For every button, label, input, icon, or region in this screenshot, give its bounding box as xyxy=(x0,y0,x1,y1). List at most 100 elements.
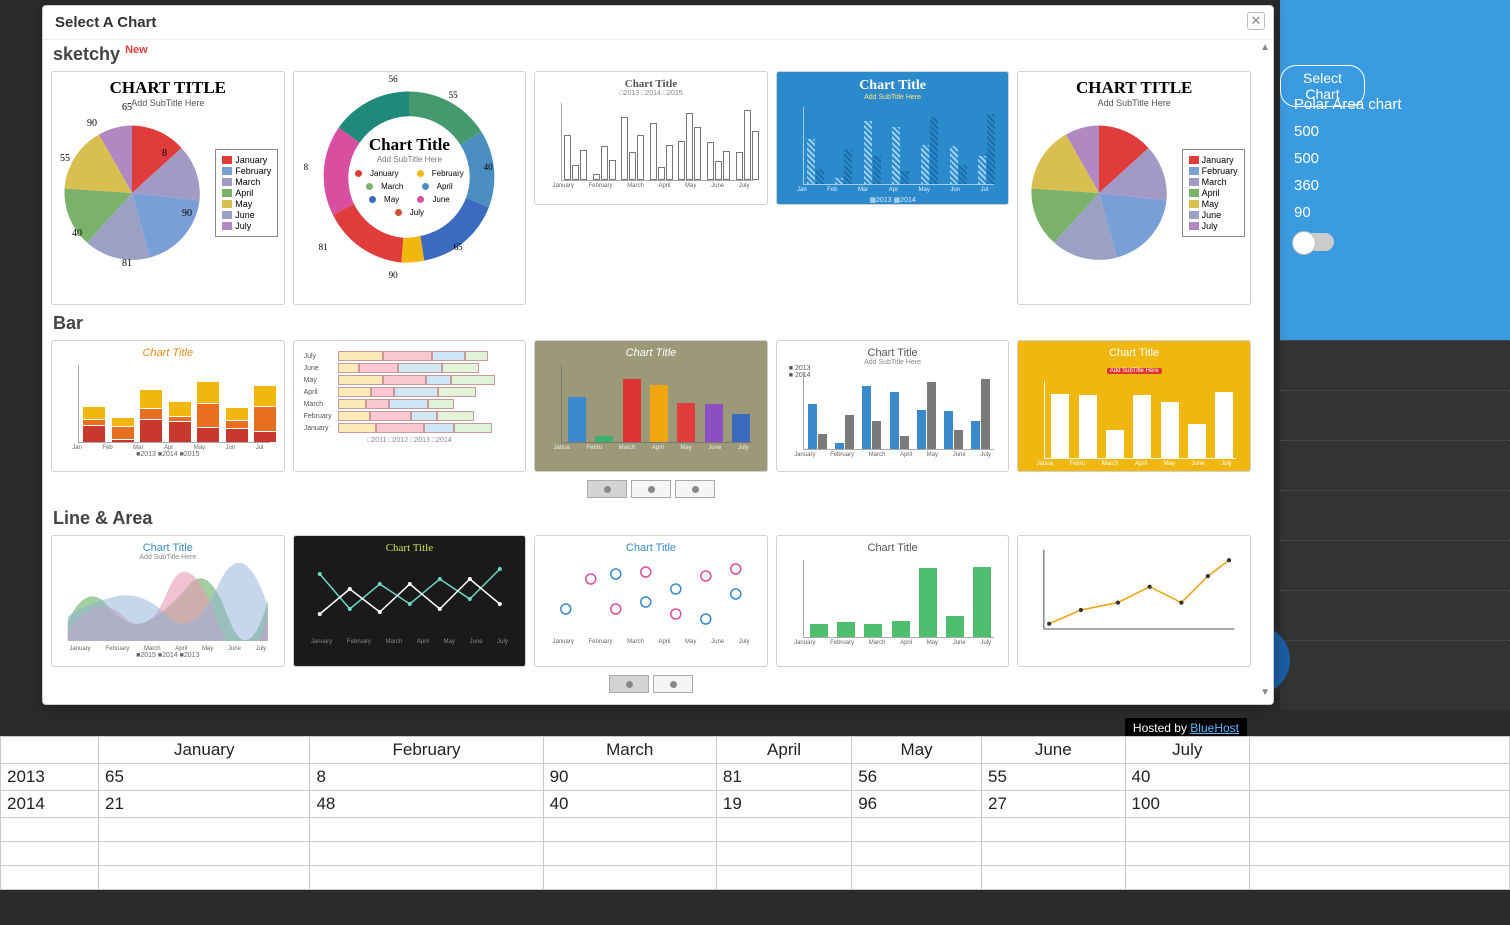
thumb-sketchy-pie-2[interactable]: CHART TITLE Add SubTitle Here xyxy=(1017,71,1251,305)
legend-years: □2013 □2014 □2015 xyxy=(545,90,757,97)
data-cell[interactable]: 8 xyxy=(310,764,543,791)
thumb-line-trend[interactable] xyxy=(1017,535,1251,667)
bar-pager xyxy=(51,480,1251,498)
data-cell[interactable] xyxy=(543,818,716,842)
pager-dot-2[interactable] xyxy=(631,480,671,498)
data-cell[interactable]: 40 xyxy=(543,791,716,818)
data-cell[interactable] xyxy=(1,842,99,866)
data-cell[interactable]: 100 xyxy=(1125,791,1249,818)
new-badge: New xyxy=(125,44,148,56)
thumb-sketchy-pie[interactable]: CHART TITLE Add SubTitle Here xyxy=(51,71,285,305)
table-row[interactable] xyxy=(1,866,1510,890)
data-cell[interactable] xyxy=(310,866,543,890)
data-cell[interactable] xyxy=(716,818,851,842)
data-cell[interactable] xyxy=(982,842,1126,866)
col-header[interactable]: January xyxy=(99,737,310,764)
data-cell[interactable] xyxy=(99,818,310,842)
legend-years: □2011 □2012 □2013 □2014 xyxy=(304,437,516,444)
data-cell[interactable]: 65 xyxy=(99,764,310,791)
thumb-bar-blue-gray[interactable]: Chart Title Add SubTitle Here ■ 2013 ■ 2… xyxy=(776,340,1010,472)
table-row[interactable]: 2014214840199627100 xyxy=(1,791,1510,818)
data-cell[interactable]: 19 xyxy=(716,791,851,818)
setting-toggle[interactable] xyxy=(1294,233,1334,251)
data-cell[interactable]: 48 xyxy=(310,791,543,818)
data-cell[interactable]: 56 xyxy=(852,764,982,791)
row-label[interactable]: 2014 xyxy=(1,791,99,818)
data-cell[interactable] xyxy=(982,818,1126,842)
table-row[interactable] xyxy=(1,818,1510,842)
col-header[interactable]: April xyxy=(716,737,851,764)
right-settings-panel: Select Chart Polar Area chart 500 500 36… xyxy=(1280,0,1510,340)
data-cell[interactable] xyxy=(1125,866,1249,890)
data-cell[interactable]: 96 xyxy=(852,791,982,818)
data-cell[interactable] xyxy=(1,866,99,890)
data-cell[interactable] xyxy=(852,842,982,866)
col-header[interactable]: February xyxy=(310,737,543,764)
col-header[interactable]: May xyxy=(852,737,982,764)
select-chart-button[interactable]: Select Chart xyxy=(1280,65,1365,107)
data-cell[interactable]: 27 xyxy=(982,791,1126,818)
scroll-up-icon[interactable]: ▲ xyxy=(1260,42,1270,53)
col-header[interactable]: July xyxy=(1125,737,1249,764)
col-header[interactable]: March xyxy=(543,737,716,764)
data-cell[interactable] xyxy=(716,842,851,866)
pager-dot-3[interactable] xyxy=(675,480,715,498)
thumb-bar-colored[interactable]: Chart Title JanuaFebruMarchAprilMayJuneJ… xyxy=(534,340,768,472)
data-cell[interactable] xyxy=(852,866,982,890)
thumb-sketchy-bar-blue[interactable]: Chart Title Add SubTitle Here JanFebMarA… xyxy=(776,71,1010,205)
thumb-bar-horizontal-stack[interactable]: JulyJuneMayAprilMarchFebruaryJanuary □20… xyxy=(293,340,527,472)
scroll-down-icon[interactable]: ▼ xyxy=(1260,687,1270,698)
data-cell[interactable] xyxy=(1125,842,1249,866)
row-label[interactable]: 2013 xyxy=(1,764,99,791)
data-cell[interactable] xyxy=(99,842,310,866)
data-cell[interactable] xyxy=(1,818,99,842)
data-cell[interactable] xyxy=(543,866,716,890)
chart-subtitle: Add SubTitle Here xyxy=(52,98,284,108)
data-cell[interactable] xyxy=(852,818,982,842)
section-title-bar: Bar xyxy=(53,313,1251,334)
chart-title: Chart Title xyxy=(787,347,999,359)
data-cell[interactable]: 40 xyxy=(1125,764,1249,791)
data-cell[interactable] xyxy=(99,866,310,890)
data-cell[interactable] xyxy=(310,842,543,866)
table-row[interactable] xyxy=(1,842,1510,866)
data-cell[interactable]: 21 xyxy=(99,791,310,818)
data-cell[interactable]: 55 xyxy=(982,764,1126,791)
thumb-area-pastel[interactable]: Chart Title Add SubTitle Here JanuaryFeb… xyxy=(51,535,285,667)
close-icon[interactable]: ✕ xyxy=(1247,12,1265,30)
data-grid[interactable]: January February March April May June Ju… xyxy=(0,736,1510,890)
section-title-sketchy: sketchy New xyxy=(53,44,1251,65)
right-dark-section xyxy=(1280,340,1510,710)
data-cell[interactable] xyxy=(1250,818,1510,842)
data-cell[interactable] xyxy=(543,842,716,866)
data-cell[interactable] xyxy=(310,818,543,842)
thumb-sketchy-donut[interactable]: Chart Title Add SubTitle Here January Fe… xyxy=(293,71,527,305)
modal-scroll-area[interactable]: sketchy New CHART TITLE Add SubTitle Her… xyxy=(43,40,1259,700)
chart-title: CHART TITLE xyxy=(1018,72,1250,98)
col-header[interactable]: June xyxy=(982,737,1126,764)
thumb-bar-stacked-warm[interactable]: Chart Title JanFebMarAprMayJunJul ■2013 … xyxy=(51,340,285,472)
thumb-scatter-circles[interactable]: Chart Title JanuaryFebruaryMarchAprilMay… xyxy=(534,535,768,667)
data-cell[interactable] xyxy=(1125,818,1249,842)
hosted-by-link[interactable]: BlueHost xyxy=(1190,721,1239,735)
donut-legend: January February March April May June Ju… xyxy=(347,167,472,219)
chart-title: Chart Title xyxy=(304,542,516,554)
chart-subtitle: Add SubTitle Here xyxy=(1018,98,1250,108)
pager-dot-2[interactable] xyxy=(653,675,693,693)
pager-dot-1[interactable] xyxy=(587,480,627,498)
data-cell[interactable] xyxy=(1250,842,1510,866)
pager-dot-1[interactable] xyxy=(609,675,649,693)
thumb-bar-green[interactable]: Chart Title JanuaryFebruaryMarchAprilMay… xyxy=(776,535,1010,667)
chart-title: Chart Title xyxy=(545,78,757,90)
pie-legend: January February March April May June Ju… xyxy=(215,149,278,237)
data-cell[interactable] xyxy=(982,866,1126,890)
chart-subtitle: Add SubTitle Here xyxy=(62,554,274,561)
data-cell[interactable]: 90 xyxy=(543,764,716,791)
thumb-bar-gold[interactable]: Chart Title Add SubTitle Here JanuaFebru… xyxy=(1017,340,1251,472)
data-cell[interactable]: 81 xyxy=(716,764,851,791)
thumb-line-dark[interactable]: Chart Title JanuaryFebruaryMarchAprilMay… xyxy=(293,535,527,667)
table-row[interactable]: 20136589081565540 xyxy=(1,764,1510,791)
thumb-sketchy-bar-outline[interactable]: Chart Title □2013 □2014 □2015 JanuaryFeb… xyxy=(534,71,768,205)
data-cell[interactable] xyxy=(716,866,851,890)
data-cell[interactable] xyxy=(1250,866,1510,890)
